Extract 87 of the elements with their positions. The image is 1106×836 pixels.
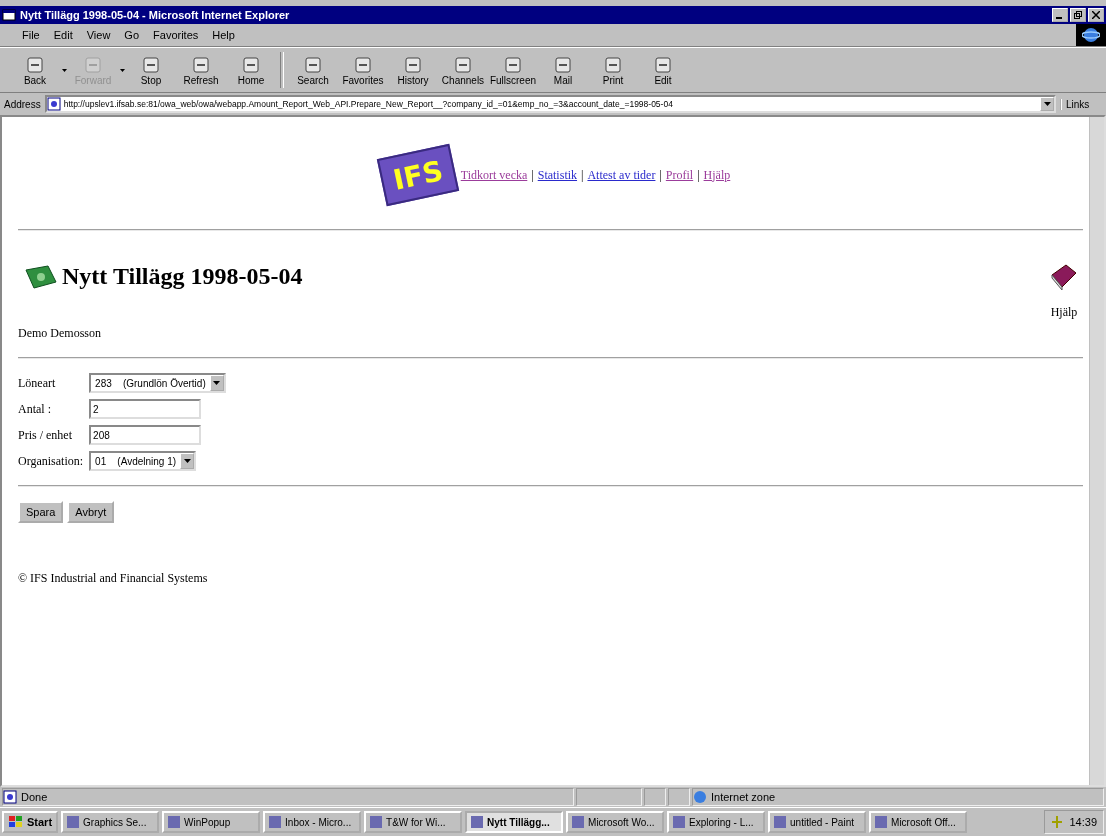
restore-icon	[1074, 11, 1082, 19]
menu-item[interactable]: Favorites	[153, 29, 199, 41]
toolbar-button[interactable]: Mail	[538, 50, 588, 90]
page-heading: Nytt Tillägg 1998-05-04	[62, 263, 303, 290]
taskbar-button[interactable]: Graphics Se...	[61, 811, 160, 833]
minimize-button[interactable]	[1052, 8, 1068, 22]
taskbar-button[interactable]: Microsoft Off...	[869, 811, 968, 833]
form-button[interactable]: Spara	[18, 501, 64, 523]
field-label: Organisation:	[18, 453, 84, 469]
nav-link[interactable]: Profil	[665, 167, 694, 183]
page-icon	[46, 97, 61, 111]
nav-link[interactable]: Tidkort vecka	[460, 167, 528, 183]
input-field[interactable]: 208	[89, 425, 202, 445]
select-field[interactable]: 283 (Grundlön Övertid)	[89, 373, 226, 393]
toolbar-button[interactable]: Refresh	[176, 50, 226, 90]
windows-logo-icon	[8, 815, 24, 829]
money-icon	[24, 263, 58, 290]
app-icon	[66, 815, 81, 829]
start-button[interactable]: Start	[2, 811, 59, 833]
toolbar-button[interactable]: History	[388, 50, 438, 90]
app-icon	[672, 815, 687, 829]
separator: |	[531, 167, 534, 183]
help-link[interactable]: Hjälp	[1050, 305, 1078, 320]
input-field[interactable]: 2	[89, 399, 202, 419]
separator: |	[581, 167, 584, 183]
tray-icon	[1051, 815, 1064, 829]
taskbar-button[interactable]: untitled - Paint	[768, 811, 867, 833]
clock: 14:39	[1069, 816, 1097, 828]
field-label: Löneart	[18, 375, 57, 391]
toolbar-button[interactable]: Stop	[126, 50, 176, 90]
toolbar-button[interactable]: Edit	[638, 50, 688, 90]
app-icon	[874, 815, 889, 829]
app-icon	[773, 815, 788, 829]
toolbar-button[interactable]: Search	[288, 50, 338, 90]
zone-text: Internet zone	[711, 791, 776, 803]
toolbar-button[interactable]: Print	[588, 50, 638, 90]
taskbar-button[interactable]: Exploring - L...	[667, 811, 766, 833]
taskbar-button[interactable]: Inbox - Micro...	[263, 811, 362, 833]
close-button[interactable]	[1088, 8, 1104, 22]
app-icon	[369, 815, 384, 829]
employee-name: Demo Demosson	[18, 326, 102, 341]
toolbar-button[interactable]: Back	[10, 50, 60, 90]
separator: |	[659, 167, 662, 183]
field-label: Antal :	[18, 401, 52, 417]
book-icon[interactable]	[1049, 263, 1079, 291]
app-icon	[571, 815, 586, 829]
taskbar-button[interactable]: T&W for Wi...	[364, 811, 463, 833]
address-field[interactable]: http://upslev1.ifsab.se:81/owa_web/owa/webapp.Amount_Report_Web_API.Prepare_New_Report__?company_id_=01&emp_no_=3&account_date_=1998-05-04	[44, 95, 1056, 113]
logo: IFS	[376, 143, 459, 207]
app-icon	[268, 815, 283, 829]
nav-link[interactable]: Hjälp	[703, 167, 731, 183]
caret-icon	[183, 459, 191, 463]
select-field[interactable]: 01 (Avdelning 1)	[89, 451, 197, 471]
caret-icon	[213, 381, 221, 385]
status-panel	[644, 788, 666, 806]
page-icon	[3, 790, 17, 804]
restore-button[interactable]	[1070, 8, 1086, 22]
nav-link[interactable]: Statistik	[537, 167, 578, 183]
menu-item[interactable]: Go	[124, 29, 140, 41]
app-icon	[470, 815, 485, 829]
throbber-logo	[1076, 24, 1106, 46]
scrollbar[interactable]	[1089, 117, 1104, 785]
window-title: Nytt Tillägg 1998-05-04 - Microsoft Internet Explorer	[20, 9, 291, 21]
app-icon	[167, 815, 182, 829]
menu-item[interactable]: View	[86, 29, 111, 41]
close-icon	[1092, 11, 1100, 19]
menu-item[interactable]: Edit	[53, 29, 73, 41]
toolbar-button[interactable]: Home	[226, 50, 276, 90]
toolbar-button[interactable]: Channels	[438, 50, 488, 90]
taskbar-button[interactable]: Nytt Tillägg...	[465, 811, 564, 833]
taskbar-button[interactable]: WinPopup	[162, 811, 261, 833]
globe-icon	[693, 790, 707, 804]
toolbar-button[interactable]: Fullscreen	[488, 50, 538, 90]
field-label: Pris / enhet	[18, 427, 73, 443]
separator: |	[697, 167, 700, 183]
menu-item[interactable]: Help	[212, 29, 235, 41]
nav-link[interactable]: Attest av tider	[587, 167, 656, 183]
toolbar-button[interactable]: Favorites	[338, 50, 388, 90]
taskbar-button[interactable]: Microsoft Wo...	[566, 811, 665, 833]
address-label: Address	[4, 98, 41, 110]
links-button[interactable]: Links	[1060, 98, 1102, 110]
copyright-text: © IFS Industrial and Financial Systems	[18, 571, 209, 586]
form-button[interactable]: Avbryt	[67, 501, 115, 523]
status-text: Done	[21, 791, 48, 803]
menu-item[interactable]: File	[22, 29, 40, 41]
status-panel	[668, 788, 690, 806]
status-panel	[576, 788, 642, 806]
